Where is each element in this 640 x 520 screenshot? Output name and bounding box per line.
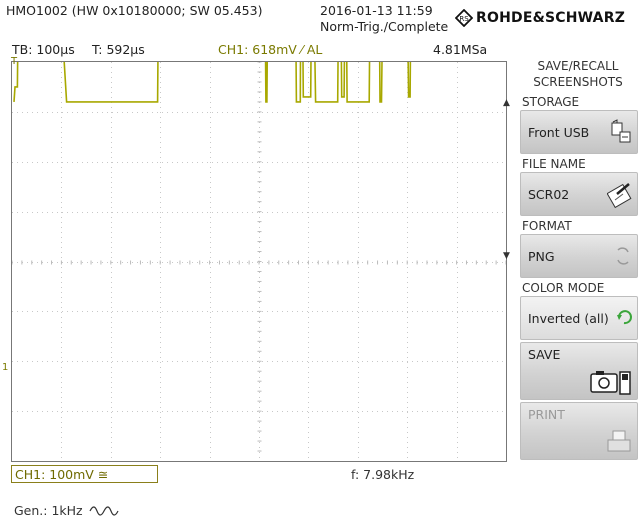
file-name-button[interactable]: SCR02 [520, 172, 638, 216]
camera-save-icon [590, 371, 631, 395]
storage-label: STORAGE [522, 95, 580, 109]
file-name-value: SCR02 [528, 187, 570, 202]
generator-readout: Gen.: 1kHz [14, 503, 119, 518]
svg-text:RS: RS [459, 15, 469, 23]
sample-rate-readout: 4.81MSa [433, 42, 488, 57]
format-label: FORMAT [522, 219, 572, 233]
save-button[interactable]: SAVE [520, 342, 638, 400]
ch1-ground-marker: 1 [2, 362, 9, 373]
sine-wave-icon [89, 505, 119, 516]
ch1-trace [13, 62, 412, 103]
ch1-scale-box[interactable]: CH1: 100mV ≅ [11, 465, 158, 483]
datetime: 2016-01-13 11:59 [320, 3, 433, 18]
scroll-up-icon[interactable]: ▲ [503, 98, 510, 108]
brand-logo: RS ROHDE&SCHWARZ [455, 9, 625, 27]
rs-logo-icon: RS [455, 9, 473, 27]
format-button[interactable]: PNG [520, 234, 638, 278]
format-value: PNG [528, 249, 555, 264]
save-label: SAVE [528, 347, 561, 362]
print-button[interactable]: PRINT [520, 402, 638, 460]
graticule [12, 62, 506, 461]
color-mode-value: Inverted (all) [528, 311, 609, 326]
trigger-state: Norm-Trig./Complete [320, 19, 449, 34]
printer-icon [607, 430, 631, 452]
scroll-down-icon[interactable]: ▼ [503, 251, 510, 261]
storage-button[interactable]: Front USB [520, 110, 638, 154]
print-label: PRINT [528, 407, 565, 422]
storage-value: Front USB [528, 125, 590, 140]
color-mode-label: COLOR MODE [522, 281, 605, 295]
usb-folder-icon [611, 119, 631, 143]
edit-pen-icon [607, 183, 632, 209]
brand-text: ROHDE&SCHWARZ [476, 10, 626, 26]
cycle-arrows-icon [617, 247, 629, 265]
menu-title: SAVE/RECALL SCREENSHOTS [533, 59, 623, 89]
trigger-time-readout[interactable]: T: 592µs [92, 42, 145, 57]
refresh-icon [617, 310, 632, 325]
frequency-readout: f: 7.98kHz [351, 467, 415, 482]
model-info: HMO1002 (HW 0x10180000; SW 05.453) [6, 3, 263, 18]
timebase-readout[interactable]: TB: 100µs [12, 42, 75, 57]
generator-label: Gen.: 1kHz [14, 503, 83, 518]
color-mode-button[interactable]: Inverted (all) [520, 296, 638, 340]
trigger-level-readout[interactable]: CH1: 618mV ⁄ AL [218, 42, 322, 57]
waveform-svg [12, 62, 506, 461]
softmenu-panel: SAVE/RECALL SCREENSHOTS STORAGE Front US… [516, 58, 640, 460]
waveform-display[interactable] [11, 61, 507, 462]
trigger-position-marker: T [11, 56, 18, 67]
file-name-label: FILE NAME [522, 157, 586, 171]
